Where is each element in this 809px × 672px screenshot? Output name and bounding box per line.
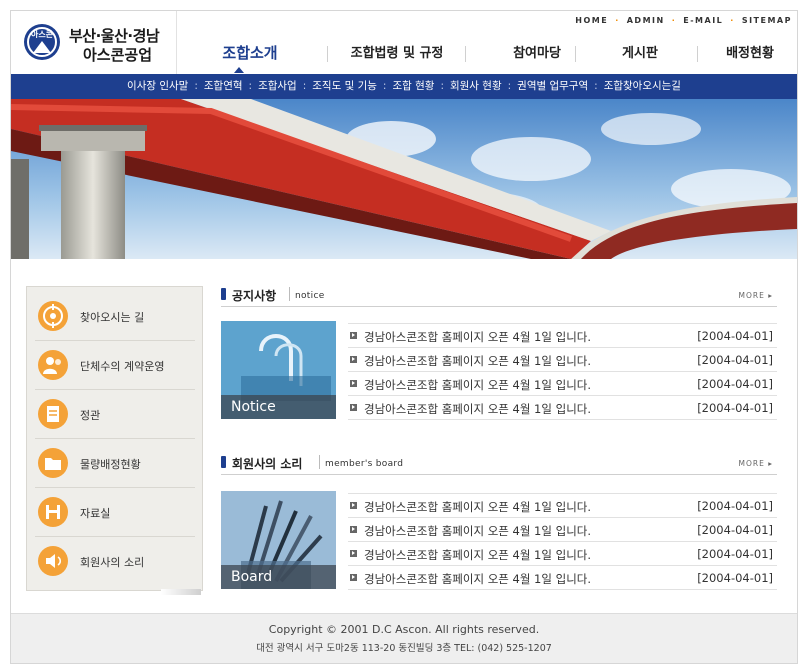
arrow-bullet-icon (350, 574, 357, 581)
list-item[interactable]: 경남아스콘조합 홈페이지 오픈 4월 1일 입니다. [2004-04-01] (348, 518, 777, 542)
sidebar-item-archive[interactable]: 자료실 (35, 488, 195, 537)
subnav-item-directions[interactable]: 조합찾아오시는길 (604, 80, 681, 92)
arrow-bullet-icon (350, 550, 357, 557)
subnav-item-history[interactable]: 조합연혁 (204, 80, 243, 92)
site-logo[interactable]: 아스콘 부산·울산·경남 아스콘공업 (11, 11, 177, 74)
arrow-bullet-icon (350, 332, 357, 339)
admin-link[interactable]: ADMIN (627, 16, 665, 25)
logo-line2: 아스콘공업 (83, 46, 153, 64)
list-item-title[interactable]: 경남아스콘조합 홈페이지 오픈 4월 1일 입니다. (364, 401, 591, 417)
list-item[interactable]: 경남아스콘조합 홈페이지 오픈 4월 1일 입니다. [2004-04-01] (348, 348, 777, 372)
arrow-bullet-icon (350, 502, 357, 509)
home-link[interactable]: HOME (575, 16, 608, 25)
logo-line1: 부산·울산·경남 (69, 27, 160, 45)
notice-title: 공지사항 (232, 289, 277, 303)
bullet-bar-icon (221, 288, 226, 300)
page-footer: Copyright © 2001 D.C Ascon. All rights r… (11, 613, 797, 663)
arrow-bullet-icon (350, 380, 357, 387)
list-item-date: [2004-04-01] (697, 499, 773, 513)
nav-item-regulations[interactable]: 조합법령 및 규정 (332, 33, 462, 74)
sitemap-link[interactable]: SITEMAP (742, 16, 792, 25)
board-image-caption: Board (231, 569, 273, 585)
list-item-title[interactable]: 경남아스콘조합 홈페이지 오픈 4월 1일 입니다. (364, 547, 591, 563)
sidebar-item-label: 회원사의 소리 (80, 556, 145, 569)
copyright-text: Copyright © 2001 D.C Ascon. All rights r… (268, 623, 540, 636)
sidebar-item-articles[interactable]: 정관 (35, 390, 195, 439)
target-icon (38, 301, 68, 331)
list-item-title[interactable]: 경남아스콘조합 홈페이지 오픈 4월 1일 입니다. (364, 523, 591, 539)
sidebar-item-allocation[interactable]: 물량배정현황 (35, 439, 195, 488)
subnav-item-organization[interactable]: 조직도 및 기능 (312, 80, 377, 92)
main-nav: 조합소개 조합법령 및 규정 참여마당 게시판 배정현황 (177, 33, 797, 74)
nav-item-about[interactable]: 조합소개 (195, 33, 305, 74)
list-item-date: [2004-04-01] (697, 329, 773, 343)
list-item-title[interactable]: 경남아스콘조합 홈페이지 오픈 4월 1일 입니다. (364, 499, 591, 515)
address-text: 대전 광역시 서구 도마2동 113-20 동진빌딩 3층 TEL: (042)… (256, 643, 552, 654)
page-frame: 아스콘 부산·울산·경남 아스콘공업 HOME · ADMIN · E-MAIL · SIT… (10, 10, 798, 664)
subnav-item-members[interactable]: 회원사 현황 (450, 80, 502, 92)
folder-icon (38, 448, 68, 478)
logo-emblem-text: 아스콘 (30, 30, 54, 39)
nav-item-bulletin[interactable]: 게시판 (585, 33, 695, 74)
arrow-bullet-icon (350, 356, 357, 363)
sidebar-item-contract[interactable]: 단체수의 계약운영 (35, 341, 195, 390)
sidebar-item-label: 단체수의 계약운영 (80, 360, 165, 373)
list-item-title[interactable]: 경남아스콘조합 홈페이지 오픈 4월 1일 입니다. (364, 353, 591, 369)
list-item-date: [2004-04-01] (697, 547, 773, 561)
sidebar-item-label: 자료실 (80, 507, 111, 520)
nav-item-allocation[interactable]: 배정현황 (704, 33, 796, 74)
list-item[interactable]: 경남아스콘조합 홈페이지 오픈 4월 1일 입니다. [2004-04-01] (348, 542, 777, 566)
notice-more-link[interactable]: MORE ▸ (739, 291, 773, 300)
active-nav-caret-icon (234, 67, 244, 73)
list-item[interactable]: 경남아스콘조합 홈페이지 오픈 4월 1일 입니다. [2004-04-01] (348, 323, 777, 348)
hero-banner-image (11, 99, 797, 259)
sidebar-item-label: 찾아오시는 길 (80, 311, 145, 324)
sub-nav: 이사장 인사말: 조합연혁: 조합사업: 조직도 및 기능: 조합 현황: 회원사 현황:… (11, 74, 797, 99)
speaker-icon (38, 546, 68, 576)
arrow-bullet-icon (350, 526, 357, 533)
arrow-bullet-icon (350, 404, 357, 411)
sidebar-menu: 찾아오시는 길 단체수의 계약운영 정관 물량배정현황 자료실 회원사의 소리 (26, 286, 203, 591)
notice-image: Notice (221, 321, 336, 419)
list-item[interactable]: 경남아스콘조합 홈페이지 오픈 4월 1일 입니다. [2004-04-01] (348, 372, 777, 396)
list-item-title[interactable]: 경남아스콘조합 홈페이지 오픈 4월 1일 입니다. (364, 329, 591, 345)
notice-image-caption: Notice (231, 399, 276, 415)
list-item-title[interactable]: 경남아스콘조합 홈페이지 오픈 4월 1일 입니다. (364, 571, 591, 587)
subnav-item-status[interactable]: 조합 현황 (392, 80, 434, 92)
sidebar-item-label: 정관 (80, 409, 101, 422)
utility-nav: HOME · ADMIN · E-MAIL · SITEMAP (575, 16, 792, 25)
list-item-date: [2004-04-01] (697, 523, 773, 537)
list-item[interactable]: 경남아스콘조합 홈페이지 오픈 4월 1일 입니다. [2004-04-01] (348, 396, 777, 420)
subnav-item-greeting[interactable]: 이사장 인사말 (127, 80, 188, 92)
sidebar-item-label: 물량배정현황 (80, 458, 141, 471)
sidebar-shadow (161, 589, 201, 595)
member-board-list: 경남아스콘조합 홈페이지 오픈 4월 1일 입니다. [2004-04-01] 경… (348, 493, 777, 590)
list-item-title[interactable]: 경남아스콘조합 홈페이지 오픈 4월 1일 입니다. (364, 377, 591, 393)
list-item-date: [2004-04-01] (697, 377, 773, 391)
bullet-bar-icon (221, 456, 226, 468)
disk-icon (38, 497, 68, 527)
board-image: Board (221, 491, 336, 589)
list-item-date: [2004-04-01] (697, 401, 773, 415)
notice-title-en: notice (295, 291, 325, 301)
member-board-more-link[interactable]: MORE ▸ (739, 459, 773, 468)
people-icon (38, 350, 68, 380)
nav-item-participation[interactable]: 참여마당 (472, 33, 602, 74)
list-item[interactable]: 경남아스콘조합 홈페이지 오픈 4월 1일 입니다. [2004-04-01] (348, 566, 777, 590)
member-board-title-en: member's board (325, 459, 404, 469)
list-item-date: [2004-04-01] (697, 353, 773, 367)
sidebar-item-voice[interactable]: 회원사의 소리 (35, 537, 195, 585)
subnav-item-business[interactable]: 조합사업 (258, 80, 297, 92)
email-link[interactable]: E-MAIL (683, 16, 723, 25)
list-item-date: [2004-04-01] (697, 571, 773, 585)
notice-header: 공지사항 notice MORE ▸ (221, 284, 777, 307)
member-board-title: 회원사의 소리 (232, 457, 303, 471)
logo-emblem: 아스콘 (24, 24, 60, 60)
member-board-header: 회원사의 소리 member's board MORE ▸ (221, 452, 777, 475)
notice-list: 경남아스콘조합 홈페이지 오픈 4월 1일 입니다. [2004-04-01] 경… (348, 323, 777, 420)
sidebar-item-directions[interactable]: 찾아오시는 길 (35, 292, 195, 341)
subnav-item-regions[interactable]: 권역별 업무구역 (517, 80, 588, 92)
document-icon (38, 399, 68, 429)
list-item[interactable]: 경남아스콘조합 홈페이지 오픈 4월 1일 입니다. [2004-04-01] (348, 493, 777, 518)
